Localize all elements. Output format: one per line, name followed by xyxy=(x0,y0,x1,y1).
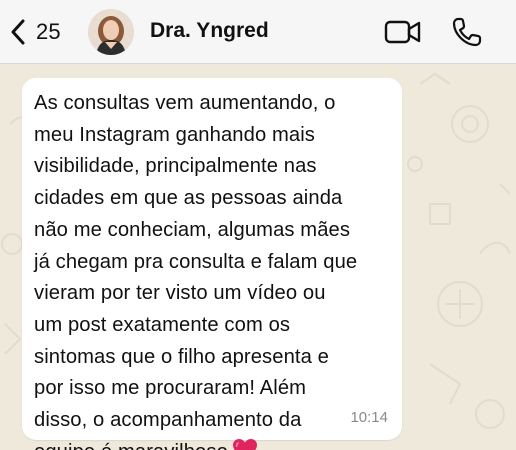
voice-call-button[interactable] xyxy=(451,16,483,48)
video-call-icon xyxy=(384,20,421,44)
chevron-left-icon xyxy=(11,19,25,45)
contact-name[interactable]: Dra. Yngred xyxy=(150,19,269,43)
unread-count: 25 xyxy=(36,19,61,44)
message-bubble[interactable]: As consultas vem aumentando, o meu Insta… xyxy=(22,78,402,450)
back-button[interactable]: 25 xyxy=(8,14,61,50)
message-text: As consultas vem aumentando, o meu Insta… xyxy=(34,88,392,450)
message-timestamp: 10:14 xyxy=(350,409,388,426)
red-heart-icon xyxy=(232,438,257,450)
phone-icon xyxy=(452,17,482,47)
chat-header: 25 Dra. Yngred xyxy=(0,0,516,64)
avatar[interactable] xyxy=(88,9,134,55)
video-call-button[interactable] xyxy=(384,18,422,46)
chat-area[interactable]: As consultas vem aumentando, o meu Insta… xyxy=(0,64,516,450)
